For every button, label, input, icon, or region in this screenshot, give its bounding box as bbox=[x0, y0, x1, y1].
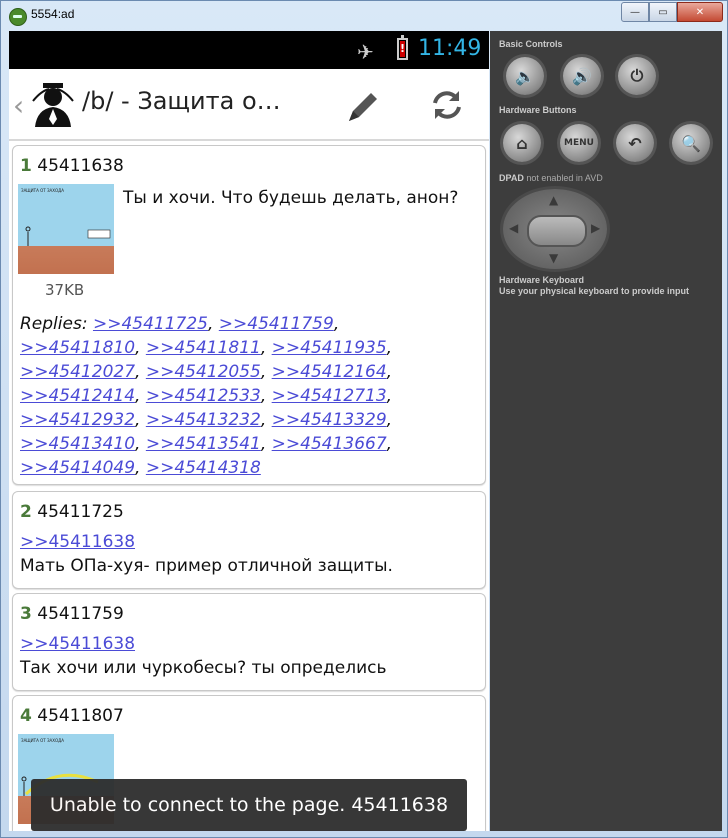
post-header: 1 45411638 bbox=[20, 156, 124, 176]
reply-link[interactable]: >>45411811 bbox=[146, 338, 261, 358]
status-bar: ✈ 11:49 bbox=[9, 31, 489, 69]
reply-link[interactable]: >>45413232 bbox=[146, 410, 261, 430]
close-button[interactable]: ✕ bbox=[677, 2, 723, 22]
reply-link[interactable]: >>45412414 bbox=[20, 386, 135, 406]
toast-message: Unable to connect to the page. 45411638 bbox=[31, 779, 467, 831]
post-index: 1 bbox=[20, 156, 32, 176]
board-logo-icon[interactable] bbox=[29, 79, 77, 127]
reply-link[interactable]: >>45412027 bbox=[20, 362, 135, 382]
refresh-icon[interactable] bbox=[429, 87, 465, 127]
volume-up-icon[interactable]: 🔊 bbox=[563, 57, 601, 95]
post-index: 4 bbox=[20, 706, 32, 726]
dpad-label: DPAD not enabled in AVD bbox=[499, 173, 603, 183]
reply-link[interactable]: >>45412164 bbox=[272, 362, 387, 382]
hardware-keyboard-label: Hardware Keyboard bbox=[499, 275, 585, 285]
dpad-note: not enabled in AVD bbox=[526, 173, 603, 183]
post-id: 45411638 bbox=[37, 156, 124, 176]
post-id: 45411759 bbox=[37, 604, 124, 624]
dpad-right-icon[interactable]: ▶ bbox=[591, 221, 600, 235]
reply-link[interactable]: >>45411759 bbox=[219, 314, 334, 334]
post-card: 1 45411638 ЗАЩИТА ОТ ЗАХОДА 37KB Ты и хо… bbox=[12, 145, 486, 485]
reply-link[interactable]: >>45412055 bbox=[146, 362, 261, 382]
emulator-controls-panel: Basic Controls 🔈 🔊 ⏻ Hardware Buttons ⌂ … bbox=[490, 31, 722, 831]
edit-icon[interactable] bbox=[343, 87, 383, 131]
emulator-window: 5554:ad — ▭ ✕ ✈ 11:49 ‹ /b/ bbox=[0, 0, 728, 838]
airplane-mode-icon: ✈ bbox=[357, 40, 374, 64]
hardware-keyboard-note: Use your physical keyboard to provide in… bbox=[499, 286, 690, 296]
menu-button[interactable]: MENU bbox=[560, 124, 598, 162]
window-controls: — ▭ ✕ bbox=[621, 2, 723, 22]
search-icon[interactable]: 🔍 bbox=[672, 124, 710, 162]
reply-link[interactable]: >>45412533 bbox=[146, 386, 261, 406]
post-id: 45411725 bbox=[37, 502, 124, 522]
reply-link[interactable]: >>45413329 bbox=[272, 410, 387, 430]
device-screen: ✈ 11:49 ‹ /b/ - Защита о… bbox=[9, 31, 489, 831]
post-id: 45411807 bbox=[37, 706, 124, 726]
volume-down-icon[interactable]: 🔈 bbox=[506, 57, 544, 95]
thumbnail-size: 37KB bbox=[45, 281, 85, 299]
action-bar: ‹ /b/ - Защита о… bbox=[9, 69, 489, 141]
reply-link[interactable]: >>45414318 bbox=[146, 458, 261, 478]
post-card: 2 45411725 >>45411638 Мать ОПа-хуя- прим… bbox=[12, 491, 486, 589]
reply-link[interactable]: >>45411935 bbox=[272, 338, 387, 358]
reply-link[interactable]: >>45413541 bbox=[146, 434, 261, 454]
post-index: 2 bbox=[20, 502, 32, 522]
post-index: 3 bbox=[20, 604, 32, 624]
reply-link[interactable]: >>45412932 bbox=[20, 410, 135, 430]
post-replies: Replies: >>45411725, >>45411759, >>45411… bbox=[20, 314, 393, 478]
reply-link[interactable]: >>45411725 bbox=[93, 314, 208, 334]
reply-link[interactable]: >>45414049 bbox=[20, 458, 135, 478]
reply-link[interactable]: >>45411810 bbox=[20, 338, 135, 358]
basic-controls-label: Basic Controls bbox=[499, 39, 563, 49]
dpad[interactable]: ▲ ▼ ◀ ▶ bbox=[503, 189, 607, 269]
back-icon[interactable]: ↶ bbox=[616, 124, 654, 162]
dpad-left-icon[interactable]: ◀ bbox=[509, 221, 518, 235]
emulator-app-icon bbox=[9, 8, 27, 26]
reply-link[interactable]: >>45412713 bbox=[272, 386, 387, 406]
quote-link[interactable]: >>45411638 bbox=[20, 634, 135, 654]
status-time: 11:49 bbox=[418, 36, 482, 61]
post-text: Ты и хочи. Что будешь делать, анон? bbox=[123, 188, 459, 208]
thread-content[interactable]: 1 45411638 ЗАЩИТА ОТ ЗАХОДА 37KB Ты и хо… bbox=[9, 141, 489, 831]
dpad-center[interactable] bbox=[527, 215, 587, 247]
home-icon[interactable]: ⌂ bbox=[503, 124, 541, 162]
post-text: Мать ОПа-хуя- пример отличной защиты. bbox=[20, 556, 393, 576]
window-title: 5554:ad bbox=[31, 7, 75, 21]
post-header: 2 45411725 bbox=[20, 502, 124, 522]
power-icon[interactable]: ⏻ bbox=[618, 57, 656, 95]
post-thumbnail[interactable]: ЗАЩИТА ОТ ЗАХОДА bbox=[18, 184, 114, 274]
up-navigation-icon[interactable]: ‹ bbox=[13, 89, 24, 122]
post-header: 3 45411759 bbox=[20, 604, 124, 624]
hardware-buttons-label: Hardware Buttons bbox=[499, 105, 577, 115]
window-titlebar[interactable]: 5554:ad — ▭ ✕ bbox=[1, 1, 728, 31]
minimize-button[interactable]: — bbox=[621, 2, 649, 22]
post-text: Так хочи или чуркобесы? ты определись bbox=[20, 658, 387, 678]
dpad-up-icon[interactable]: ▲ bbox=[549, 193, 558, 207]
quote-link[interactable]: >>45411638 bbox=[20, 532, 135, 552]
reply-link[interactable]: >>45413667 bbox=[272, 434, 387, 454]
battery-alert-icon bbox=[397, 35, 408, 60]
dpad-down-icon[interactable]: ▼ bbox=[549, 251, 558, 265]
post-header: 4 45411807 bbox=[20, 706, 124, 726]
post-card: 3 45411759 >>45411638 Так хочи или чурко… bbox=[12, 593, 486, 691]
page-title: /b/ - Защита о… bbox=[82, 87, 281, 115]
reply-link[interactable]: >>45413410 bbox=[20, 434, 135, 454]
maximize-button[interactable]: ▭ bbox=[649, 2, 677, 22]
